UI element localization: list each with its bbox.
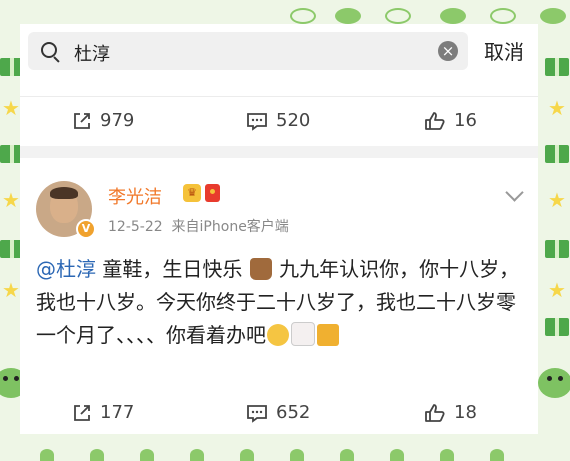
heart-decoration — [540, 8, 566, 24]
thumbs-up-icon — [425, 111, 445, 130]
crown-icon: ♛ — [183, 184, 201, 202]
gift-decoration — [545, 240, 569, 258]
post-separator — [20, 146, 538, 158]
red-packet-icon — [205, 184, 220, 202]
prev-post-action-bar: 979 520 16 — [20, 100, 538, 144]
grin-emoji-icon — [267, 324, 289, 346]
repost-icon — [74, 404, 90, 421]
like-button[interactable]: 18 — [424, 402, 477, 423]
cancel-button[interactable]: 取消 — [484, 36, 524, 65]
search-query[interactable]: 杜淳 — [74, 40, 110, 66]
heart-decoration — [335, 8, 361, 24]
gift-decoration — [545, 318, 569, 336]
post-meta: 12-5-22 来自iPhone客户端 — [108, 216, 289, 236]
heart-decoration — [385, 8, 411, 24]
thumbs-up-icon — [425, 403, 445, 422]
sprout-decoration — [140, 449, 154, 461]
repost-button[interactable]: 979 — [72, 110, 134, 131]
sprout-decoration — [190, 449, 204, 461]
star-decoration: ★ — [2, 188, 20, 212]
repost-count: 979 — [100, 110, 135, 131]
star-decoration: ★ — [548, 188, 566, 212]
sprout-decoration — [90, 449, 104, 461]
post-text: @杜淳 童鞋，生日快乐 九九年认识你，你十八岁，我也十八岁。今天你终于二十八岁了… — [36, 253, 528, 352]
comment-icon — [247, 112, 267, 131]
post-text-part-1: 童鞋，生日快乐 — [102, 257, 243, 281]
repost-icon — [74, 112, 90, 129]
mention-link[interactable]: @杜淳 — [36, 257, 96, 281]
comment-count: 652 — [276, 402, 311, 423]
gift-decoration — [545, 145, 569, 163]
beer-emoji-icon — [317, 324, 339, 346]
repost-count: 177 — [100, 402, 135, 423]
heart-decoration — [440, 8, 466, 24]
avatar-hair — [50, 187, 78, 199]
gift-decoration — [545, 58, 569, 76]
star-decoration: ★ — [2, 96, 20, 120]
search-icon — [41, 42, 57, 58]
comment-icon — [247, 404, 267, 423]
search-input[interactable]: 杜淳 × — [28, 32, 468, 70]
sprout-decoration — [40, 449, 54, 461]
clear-icon[interactable]: × — [438, 41, 458, 61]
author-name[interactable]: 李光洁 — [108, 183, 162, 209]
like-button[interactable]: 16 — [424, 110, 477, 131]
heart-decoration — [290, 8, 316, 24]
divider — [20, 96, 538, 97]
sprout-decoration — [490, 449, 504, 461]
sprout-decoration — [440, 449, 454, 461]
like-count: 16 — [454, 110, 477, 131]
like-count: 18 — [454, 402, 477, 423]
sprout-decoration — [290, 449, 304, 461]
comment-button[interactable]: 520 — [246, 110, 310, 131]
repost-button[interactable]: 177 — [72, 402, 134, 423]
sprout-decoration — [390, 449, 404, 461]
cake-emoji-icon — [249, 258, 272, 280]
comment-count: 520 — [276, 110, 311, 131]
search-bar: 杜淳 × 取消 — [20, 24, 538, 76]
star-decoration: ★ — [2, 278, 20, 302]
sprout-decoration — [240, 449, 254, 461]
heart-decoration — [490, 8, 516, 24]
post-source: 来自iPhone客户端 — [171, 219, 289, 235]
comment-button[interactable]: 652 — [246, 402, 310, 423]
frog-decoration — [538, 368, 570, 398]
birthday-cake-emoji-icon — [291, 322, 315, 346]
star-decoration: ★ — [548, 278, 566, 302]
sprout-decoration — [340, 449, 354, 461]
post-action-bar: 177 652 18 — [20, 392, 538, 436]
verified-badge-icon: V — [76, 219, 96, 239]
star-decoration: ★ — [548, 96, 566, 120]
post-timestamp: 12-5-22 — [108, 219, 163, 235]
